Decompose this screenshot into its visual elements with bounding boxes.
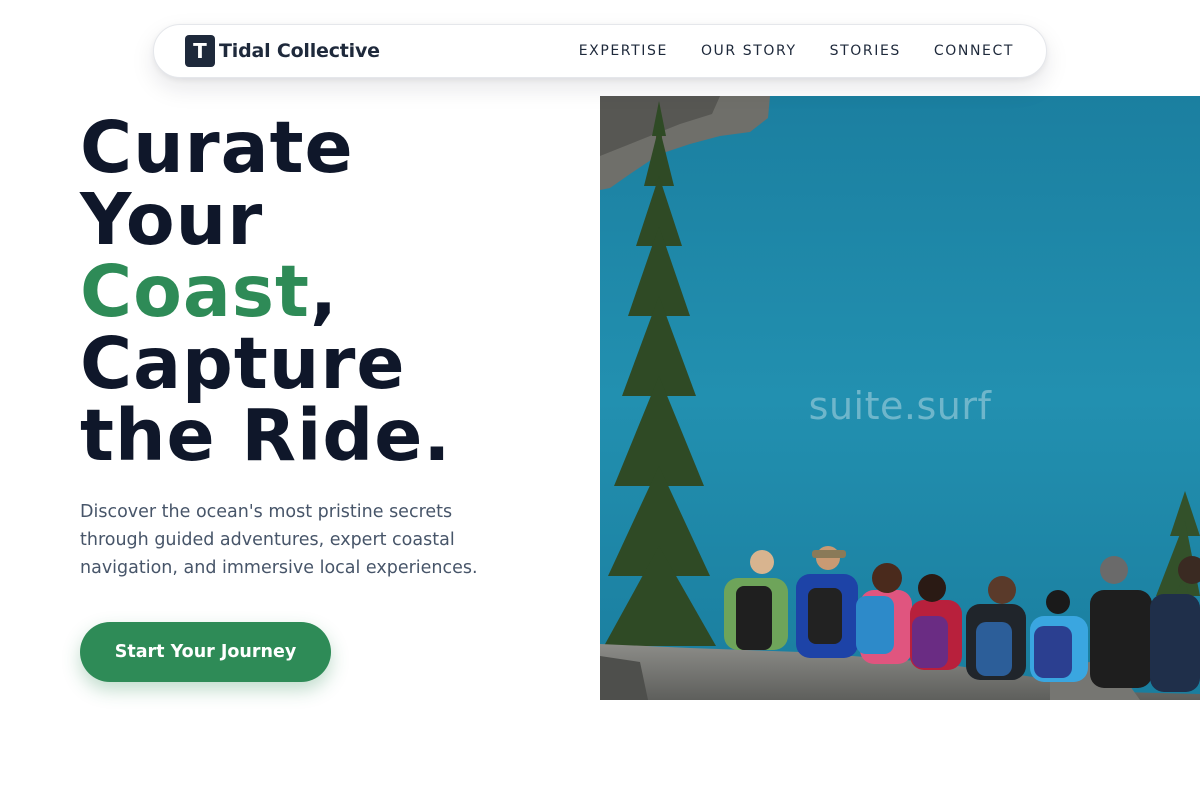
top-navbar: T Tidal Collective EXPERTISE OUR STORY S…	[153, 24, 1047, 78]
hero-title-line-2: Your	[80, 178, 264, 261]
nav-link-stories[interactable]: STORIES	[830, 43, 901, 59]
hero-title: Curate Your Coast, Capture the Ride.	[80, 112, 580, 472]
nav-link-expertise[interactable]: EXPERTISE	[579, 43, 668, 59]
brand-mark-icon: T	[185, 35, 215, 67]
hero-subtitle: Discover the ocean's most pristine secre…	[80, 502, 478, 578]
hero-image: suite.surf	[600, 96, 1200, 700]
hero-title-line-4: Capture	[80, 322, 406, 405]
nav-links: EXPERTISE OUR STORY STORIES CONNECT	[579, 43, 1014, 59]
nav-link-our-story[interactable]: OUR STORY	[701, 43, 797, 59]
brand-name: Tidal Collective	[219, 40, 380, 62]
start-journey-button[interactable]: Start Your Journey	[80, 622, 331, 682]
hero-title-accent-word: Coast	[80, 250, 310, 333]
hero-title-line-5: the Ride.	[80, 394, 452, 477]
hero-title-line-3: Coast,	[80, 256, 580, 328]
hero-title-comma: ,	[310, 250, 338, 333]
nav-link-connect[interactable]: CONNECT	[934, 43, 1014, 59]
hero-title-line-1: Curate	[80, 106, 354, 189]
image-watermark: suite.surf	[808, 384, 992, 428]
brand-logo[interactable]: T Tidal Collective	[185, 35, 380, 67]
